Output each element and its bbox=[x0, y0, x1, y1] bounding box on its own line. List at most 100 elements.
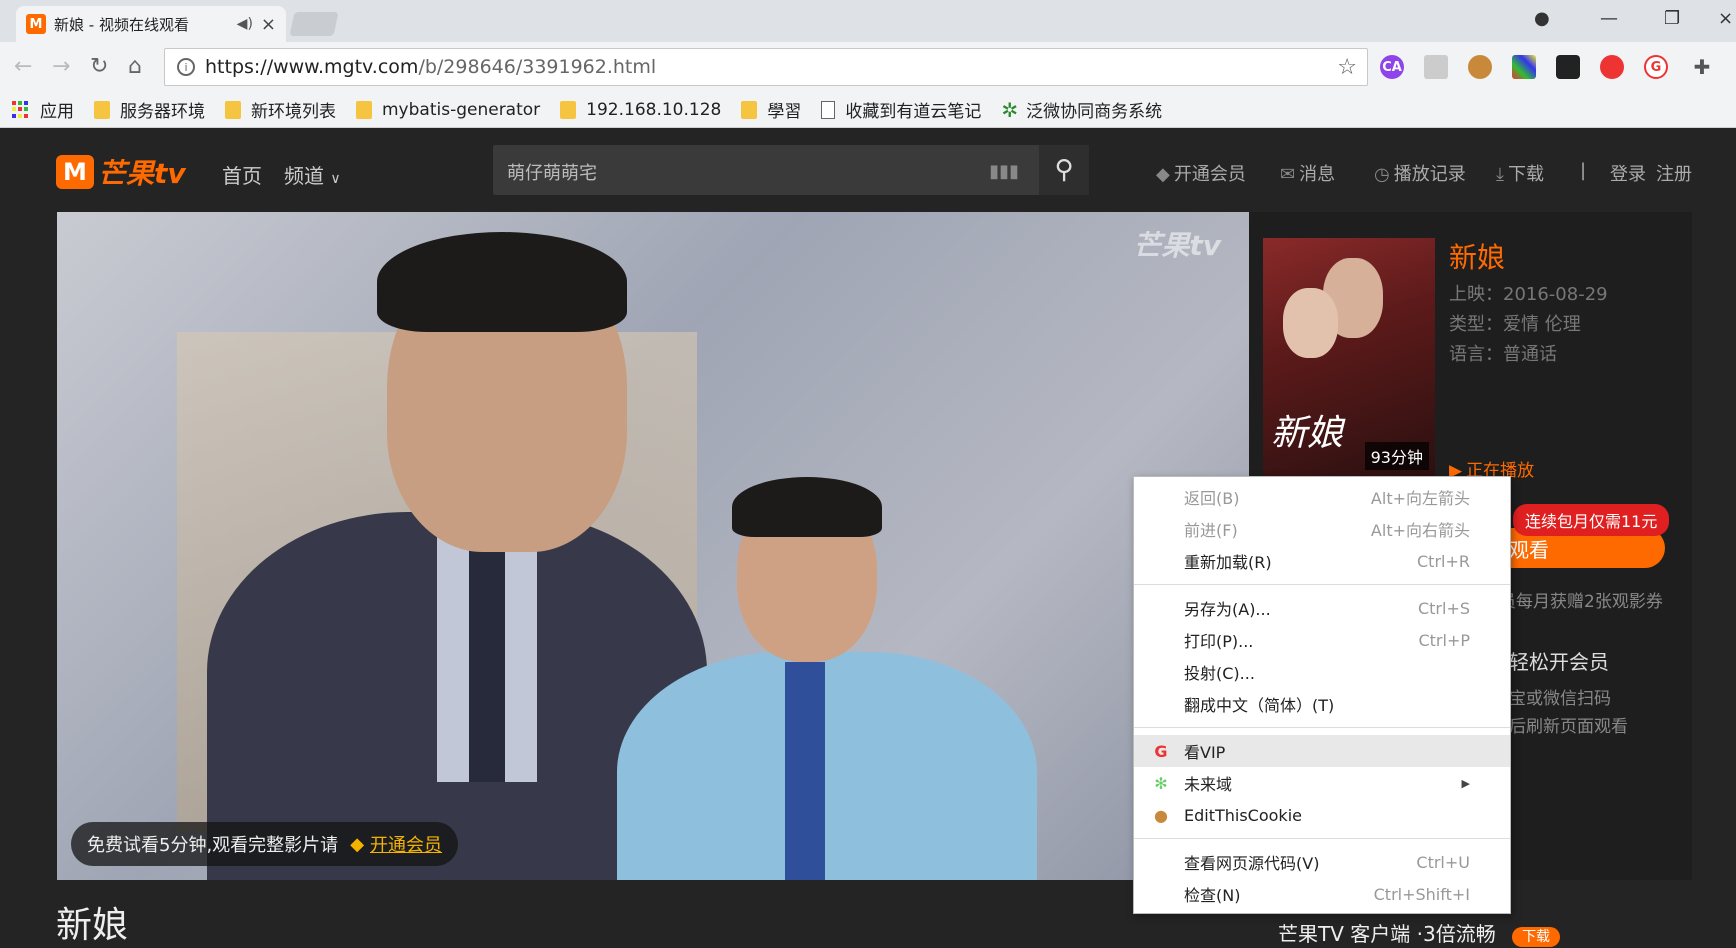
menu-shortcut: Alt+向右箭头 bbox=[1370, 521, 1470, 540]
reload-icon[interactable]: ↻ bbox=[90, 54, 108, 79]
minimize-icon[interactable]: — bbox=[1600, 8, 1618, 29]
menu-item-kan-vip[interactable]: G 看VIP bbox=[1134, 735, 1510, 767]
mgtv-logo[interactable]: M 芒果tv bbox=[56, 152, 186, 192]
nav-home[interactable]: 首页 bbox=[222, 160, 262, 189]
diamond-icon: ◆ bbox=[1156, 164, 1170, 185]
movie-poster[interactable]: 新娘 93分钟 bbox=[1263, 238, 1435, 476]
menu-item-print[interactable]: 打印(P)... Ctrl+P bbox=[1134, 624, 1510, 656]
bookmark-apps[interactable]: 应用 bbox=[12, 97, 74, 122]
extension-ca-icon[interactable]: CA bbox=[1380, 55, 1404, 79]
folder-icon bbox=[94, 100, 110, 119]
address-bar[interactable]: i https://www.mgtv.com/b/298646/3391962.… bbox=[164, 48, 1368, 86]
download-link[interactable]: ⤓ 下载 bbox=[1496, 160, 1544, 186]
tab-title: 新娘 - 视频在线观看 bbox=[54, 15, 189, 34]
menu-item-forward[interactable]: 前进(F) Alt+向右箭头 bbox=[1134, 513, 1510, 545]
document-icon bbox=[821, 100, 836, 119]
folder-icon bbox=[225, 100, 241, 119]
window-close-icon[interactable]: × bbox=[1718, 8, 1733, 29]
extension-page-icon[interactable] bbox=[1424, 55, 1448, 79]
bookmark-folder[interactable]: 192.168.10.128 bbox=[560, 100, 721, 120]
menu-item-editthiscookie[interactable]: ● EditThisCookie bbox=[1134, 799, 1510, 831]
menu-label: 重新加载(R) bbox=[1184, 553, 1272, 572]
folder-icon bbox=[741, 100, 758, 119]
forward-icon[interactable]: → bbox=[52, 54, 70, 79]
menu-item-reload[interactable]: 重新加载(R) Ctrl+R bbox=[1134, 545, 1510, 577]
menu-separator bbox=[1134, 838, 1510, 839]
weilaiyu-extension-icon: ✻ bbox=[1154, 773, 1168, 793]
bookmark-folder[interactable]: mybatis-generator bbox=[356, 100, 540, 120]
trial-text: 免费试看5分钟,观看完整影片请 bbox=[87, 835, 339, 856]
menu-item-inspect[interactable]: 检查(N) Ctrl+Shift+I bbox=[1134, 878, 1510, 910]
app-promo-text: 芒果TV 客户端 ·3倍流畅 bbox=[1278, 922, 1496, 946]
messages-label: 消息 bbox=[1299, 164, 1336, 185]
extension-vip-icon[interactable]: G bbox=[1644, 55, 1668, 79]
bookmark-label: 學習 bbox=[767, 102, 802, 122]
menu-item-view-source[interactable]: 查看网页源代码(V) Ctrl+U bbox=[1134, 846, 1510, 878]
nav-channel[interactable]: 频道 ∨ bbox=[284, 160, 341, 189]
bookmark-folder[interactable]: 學習 bbox=[741, 97, 801, 122]
site-search: 萌仔萌萌宅 ▮▮▮ ⚲ bbox=[493, 145, 1089, 195]
extension-mask-icon[interactable] bbox=[1556, 55, 1580, 79]
qr-instruction-2: 后刷新页面观看 bbox=[1509, 717, 1628, 737]
bookmark-weaver[interactable]: ✲ 泛微协同商务系统 bbox=[1001, 97, 1162, 123]
bookmark-folder[interactable]: 服务器环境 bbox=[94, 97, 205, 122]
menu-label: 投射(C)... bbox=[1184, 664, 1255, 683]
menu-label: 未来域 bbox=[1184, 775, 1233, 794]
home-icon[interactable]: ⌂ bbox=[128, 54, 142, 79]
menu-item-back[interactable]: 返回(B) Alt+向左箭头 bbox=[1134, 481, 1510, 513]
trial-vip-link[interactable]: 开通会员 bbox=[370, 831, 442, 857]
download-label: 下载 bbox=[1507, 164, 1544, 185]
bookmark-star-icon[interactable]: ☆ bbox=[1337, 55, 1357, 80]
mail-icon: ✉ bbox=[1280, 164, 1296, 185]
easy-vip-heading: 轻松开会员 bbox=[1509, 650, 1609, 674]
menu-shortcut: Ctrl+P bbox=[1418, 630, 1470, 650]
bookmark-label: mybatis-generator bbox=[382, 99, 541, 120]
download-badge[interactable]: 下载 bbox=[1512, 927, 1561, 947]
trial-notice: 免费试看5分钟,观看完整影片请 ◆ 开通会员 bbox=[71, 822, 459, 866]
extension-color-icon[interactable] bbox=[1512, 55, 1536, 79]
messages-link[interactable]: ✉ 消息 bbox=[1280, 160, 1335, 186]
bookmark-folder[interactable]: 新环境列表 bbox=[225, 97, 336, 122]
duration-badge: 93分钟 bbox=[1364, 442, 1429, 470]
extension-red-icon[interactable] bbox=[1600, 55, 1624, 79]
back-icon[interactable]: ← bbox=[14, 54, 32, 79]
menu-item-cast[interactable]: 投射(C)... bbox=[1134, 656, 1510, 688]
menu-label: 另存为(A)... bbox=[1184, 600, 1271, 619]
video-player[interactable]: 芒果tv 免费试看5分钟,观看完整影片请 ◆ 开通会员 bbox=[57, 212, 1249, 880]
gear-icon: ✲ bbox=[1001, 97, 1019, 122]
chevron-down-icon: ∨ bbox=[330, 171, 341, 187]
tab-close-icon[interactable]: × bbox=[261, 14, 276, 35]
clock-icon: ◷ bbox=[1374, 164, 1390, 185]
history-link[interactable]: ◷ 播放记录 bbox=[1374, 160, 1466, 186]
search-icon[interactable]: ⚲ bbox=[1039, 145, 1089, 195]
apps-grid-icon bbox=[12, 100, 30, 119]
hot-rank-icon[interactable]: ▮▮▮ bbox=[989, 161, 1019, 182]
site-header: M 芒果tv 首页 频道 ∨ 萌仔萌萌宅 ▮▮▮ ⚲ ◆ 开通会员 ✉ 消息 ◷ 播放… bbox=[0, 128, 1736, 212]
extension-cookie-icon[interactable] bbox=[1468, 55, 1492, 79]
new-tab-button[interactable] bbox=[289, 12, 339, 36]
url-path: /b/298646/3391962.html bbox=[418, 56, 657, 78]
menu-label: 查看网页源代码(V) bbox=[1184, 854, 1320, 873]
profile-icon[interactable]: ● bbox=[1534, 8, 1550, 29]
audio-icon[interactable]: ◀) bbox=[237, 16, 253, 32]
promo-badge: 连续包月仅需11元 bbox=[1513, 504, 1670, 536]
video-frame-figure bbox=[617, 652, 1037, 880]
menu-separator bbox=[1134, 584, 1510, 585]
login-link[interactable]: 登录 bbox=[1610, 160, 1646, 186]
browser-tab[interactable]: M 新娘 - 视频在线观看 ◀) × bbox=[16, 6, 286, 42]
bookmark-youdao[interactable]: 收藏到有道云笔记 bbox=[821, 97, 981, 122]
search-input[interactable]: 萌仔萌萌宅 bbox=[507, 159, 597, 185]
folder-icon bbox=[356, 100, 372, 119]
menu-item-save-as[interactable]: 另存为(A)... Ctrl+S bbox=[1134, 592, 1510, 624]
extensions-puzzle-icon[interactable]: ✚ bbox=[1690, 55, 1714, 79]
register-link[interactable]: 注册 bbox=[1656, 160, 1692, 186]
menu-separator bbox=[1134, 727, 1510, 728]
menu-item-weilaiyu[interactable]: ✻ 未来域 ▶ bbox=[1134, 767, 1510, 799]
app-promo[interactable]: 芒果TV 客户端 ·3倍流畅 下载 bbox=[1278, 918, 1561, 947]
restore-icon[interactable]: ❐ bbox=[1664, 8, 1680, 29]
site-info-icon[interactable]: i bbox=[177, 58, 195, 76]
submenu-arrow-icon: ▶ bbox=[1461, 776, 1470, 790]
menu-item-translate[interactable]: 翻成中文（简体）(T) bbox=[1134, 688, 1510, 720]
vip-link[interactable]: ◆ 开通会员 bbox=[1156, 160, 1246, 186]
movie-title: 新娘 bbox=[1449, 241, 1506, 274]
